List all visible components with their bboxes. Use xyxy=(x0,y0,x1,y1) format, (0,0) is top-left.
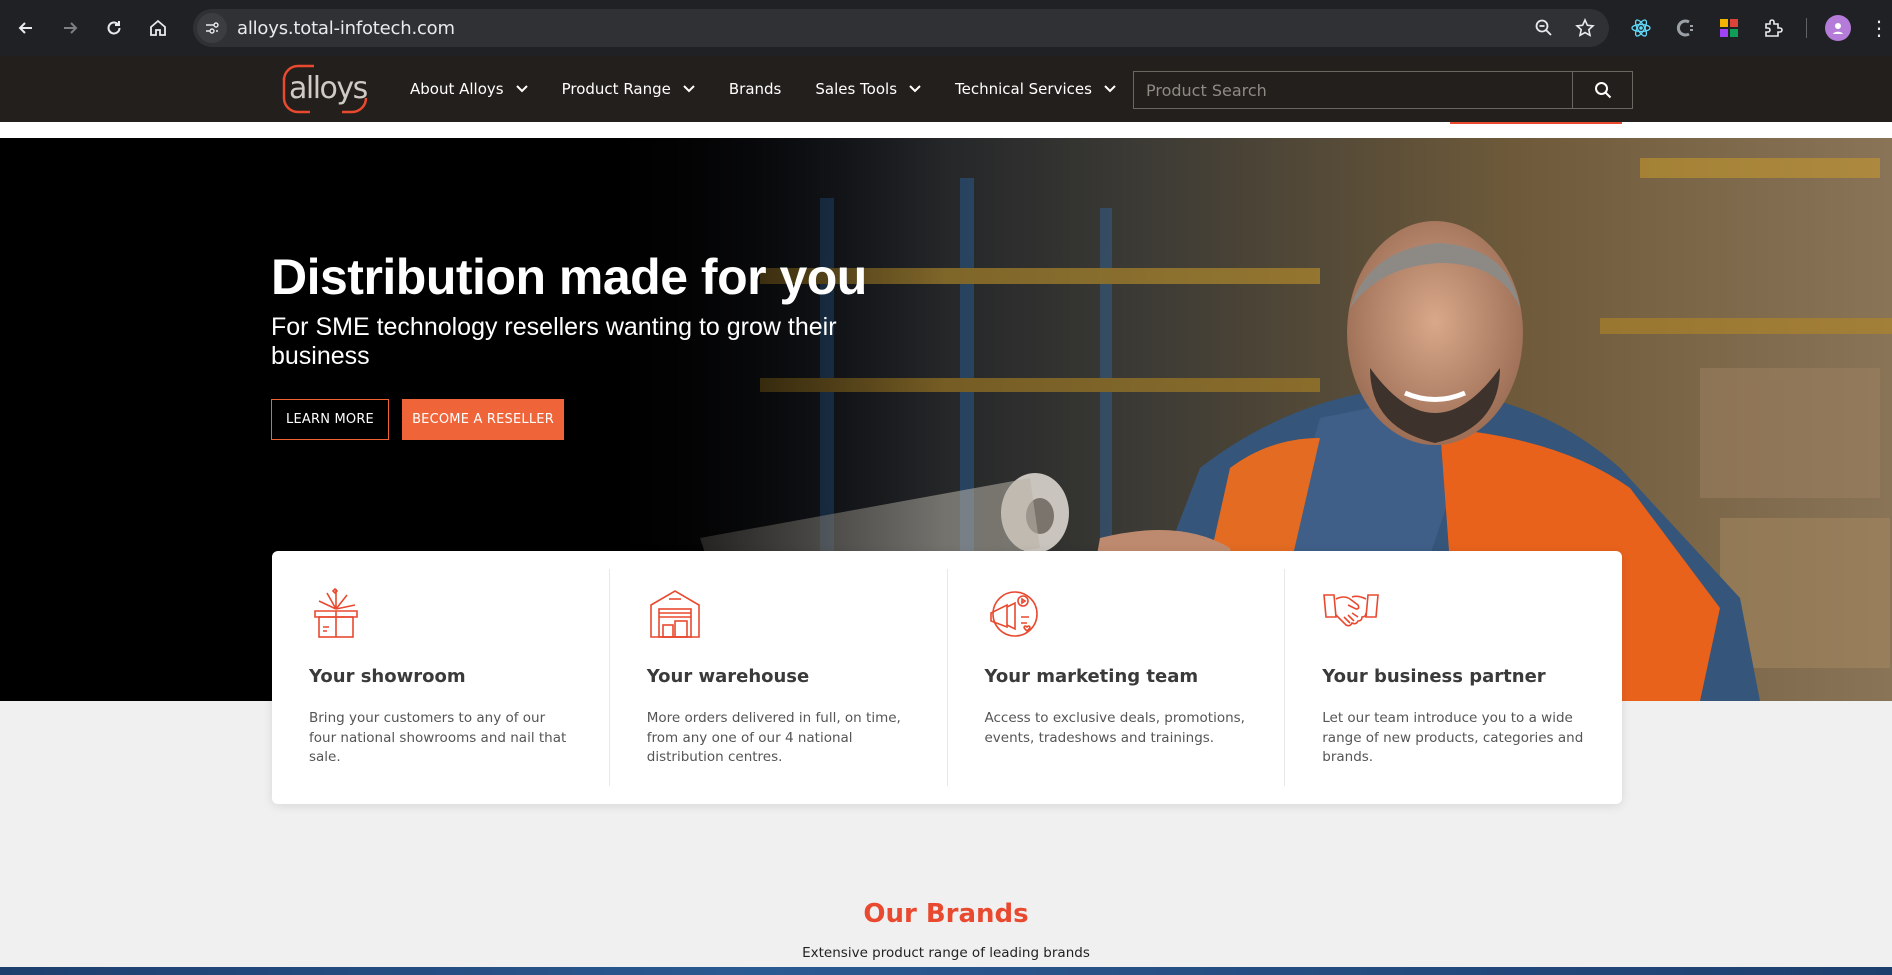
forward-button[interactable] xyxy=(52,10,88,46)
feature-title: Your marketing team xyxy=(984,666,1199,687)
hero-subtitle: For SME technology resellers wanting to … xyxy=(271,313,837,370)
extensions-button[interactable] xyxy=(1758,13,1788,43)
feature-text: Let our team introduce you to a wide ran… xyxy=(1322,710,1584,765)
puzzle-icon xyxy=(1765,19,1783,37)
chevron-down-icon xyxy=(1104,85,1116,93)
reload-icon xyxy=(107,21,121,35)
chevron-down-icon xyxy=(515,85,528,93)
search-button[interactable] xyxy=(1572,72,1632,108)
css-extension[interactable] xyxy=(1670,13,1700,43)
color-grid-icon xyxy=(1720,19,1738,37)
nav-product-range[interactable]: Product Range xyxy=(562,80,695,98)
alloys-logo[interactable]: alloys xyxy=(280,62,380,116)
feature-business-partner: Your business partner Let our team intro… xyxy=(1284,569,1622,786)
back-button[interactable] xyxy=(8,10,44,46)
nav-label: Brands xyxy=(728,80,782,98)
feature-showroom: Your showroom Bring your customers to an… xyxy=(272,551,609,804)
browser-toolbar: alloys.total-infotech.com ⋮ xyxy=(0,0,1892,56)
profile-avatar[interactable] xyxy=(1825,15,1851,41)
chevron-down-icon xyxy=(909,85,921,93)
handshake-icon xyxy=(1323,594,1380,627)
site-header: alloys About Alloys Product Range Brands… xyxy=(0,56,1892,122)
arrow-left-icon xyxy=(18,22,32,34)
marketing-icon xyxy=(989,591,1038,637)
zoom-icon[interactable] xyxy=(1535,19,1553,37)
nav-label: Sales Tools xyxy=(815,80,898,98)
feature-marketing: Your marketing team Access to exclusive … xyxy=(946,569,1285,786)
reload-button[interactable] xyxy=(96,10,132,46)
nav-about-alloys[interactable]: About Alloys xyxy=(410,80,528,98)
react-devtools-extension[interactable] xyxy=(1626,13,1656,43)
arrow-right-icon xyxy=(64,22,78,34)
product-search xyxy=(1133,71,1633,109)
chevron-down-icon xyxy=(683,85,695,93)
svg-text:alloys: alloys xyxy=(289,71,368,106)
url-text[interactable]: alloys.total-infotech.com xyxy=(237,18,455,39)
feature-warehouse: Your warehouse More orders delivered in … xyxy=(608,569,947,786)
nav-technical-services[interactable]: Technical Services xyxy=(955,80,1116,98)
c-extension-icon xyxy=(1676,19,1693,37)
nav-label: Product Range xyxy=(561,80,671,98)
warehouse-icon xyxy=(649,590,700,638)
home-icon xyxy=(150,19,166,36)
nav-label: Technical Services xyxy=(955,80,1092,98)
accent-line xyxy=(1450,122,1622,124)
product-search-input[interactable] xyxy=(1134,72,1572,108)
feature-title: Your warehouse xyxy=(646,666,810,687)
main-navigation: About Alloys Product Range Brands Sales … xyxy=(410,56,1150,122)
site-info-button[interactable] xyxy=(197,13,227,43)
address-bar[interactable]: alloys.total-infotech.com xyxy=(193,9,1609,47)
feature-text: More orders delivered in full, on time, … xyxy=(646,710,901,765)
nav-sales-tools[interactable]: Sales Tools xyxy=(815,80,921,98)
learn-more-button[interactable]: LEARN MORE xyxy=(271,399,389,440)
home-button[interactable] xyxy=(140,10,176,46)
color-picker-extension[interactable] xyxy=(1714,13,1744,43)
hero-title: Distribution made for you xyxy=(271,249,867,305)
nav-brands[interactable]: Brands xyxy=(729,80,782,98)
brands-carousel-band xyxy=(0,967,1892,975)
features-card: Your showroom Bring your customers to an… xyxy=(272,551,1622,804)
tune-icon xyxy=(206,22,219,34)
bookmark-star-icon[interactable] xyxy=(1575,18,1595,38)
become-reseller-button[interactable]: BECOME A RESELLER xyxy=(402,399,564,440)
profile-icon xyxy=(1833,23,1843,34)
header-spacer xyxy=(0,122,1892,138)
toolbar-divider xyxy=(1806,18,1807,38)
feature-text: Bring your customers to any of our four … xyxy=(309,710,567,765)
feature-title: Your showroom xyxy=(309,666,466,687)
brands-subtitle: Extensive product range of leading brand… xyxy=(802,945,1090,961)
search-icon xyxy=(1594,82,1611,99)
showroom-icon xyxy=(314,587,358,638)
brands-heading: Our Brands xyxy=(863,899,1029,929)
menu-kebab-icon[interactable]: ⋮ xyxy=(1869,16,1889,41)
feature-title: Your business partner xyxy=(1322,666,1546,687)
react-icon xyxy=(1631,19,1651,37)
nav-label: About Alloys xyxy=(410,80,504,98)
feature-text: Access to exclusive deals, promotions, e… xyxy=(984,710,1245,746)
